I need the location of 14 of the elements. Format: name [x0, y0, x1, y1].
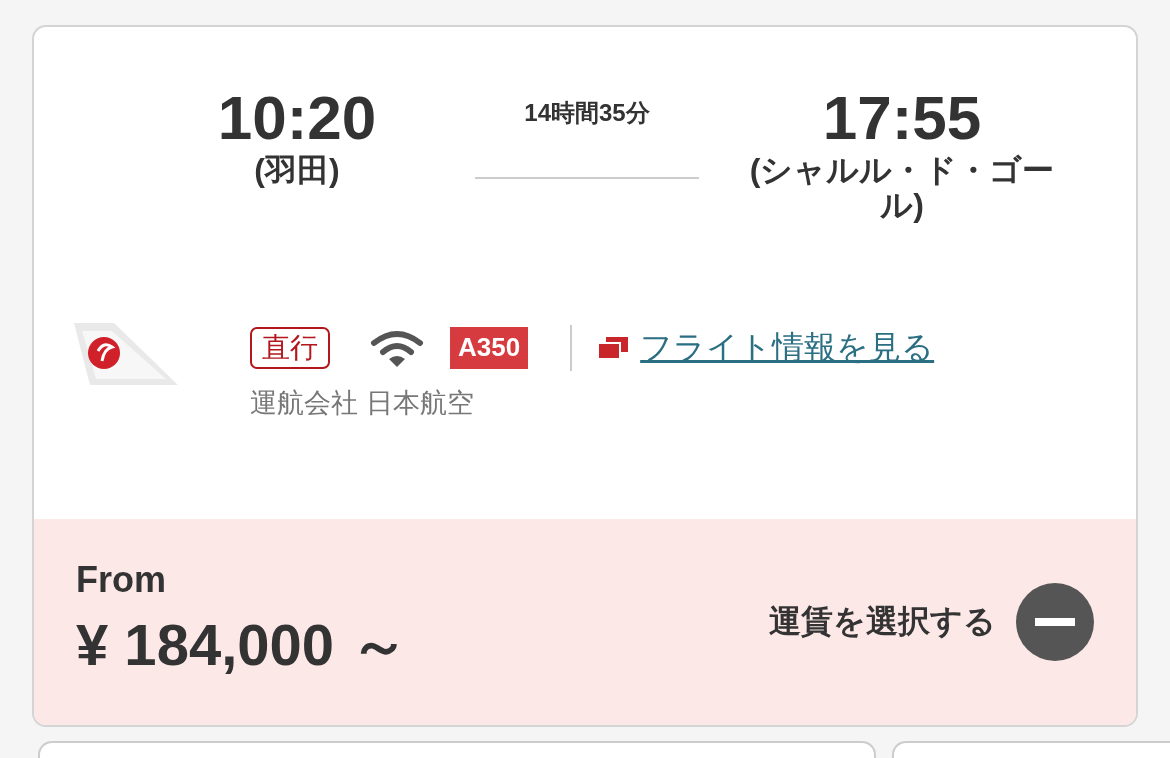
- select-fare-button[interactable]: 運賃を選択する: [769, 583, 1094, 661]
- departure-airport: (羽田): [254, 153, 340, 189]
- arrival-airport: (シャルル・ド・ゴール): [748, 153, 1056, 224]
- departure-time: 10:20: [217, 87, 377, 149]
- operator-text: 運航会社 日本航空: [250, 387, 475, 420]
- arrival-time: 17:55: [822, 87, 982, 149]
- windows-icon: [598, 337, 629, 359]
- flight-duration: 14時間35分: [524, 98, 650, 128]
- flight-info-link[interactable]: フライト情報を見る: [640, 326, 935, 370]
- price-text: ¥ 184,000 ～: [76, 611, 409, 679]
- aircraft-badge: A350: [450, 327, 529, 369]
- nonstop-badge: 直行: [250, 327, 330, 369]
- wifi-icon: [370, 329, 424, 367]
- from-label: From: [76, 559, 167, 601]
